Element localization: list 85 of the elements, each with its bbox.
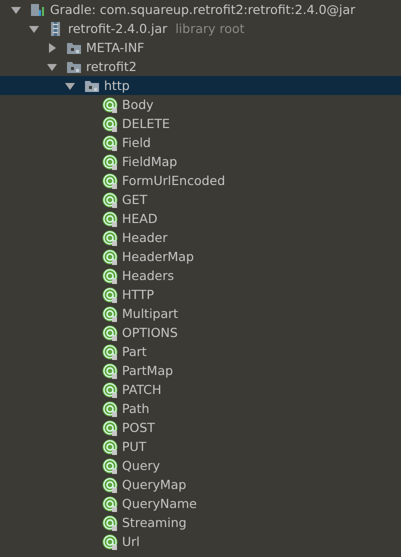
annotation-icon [102,230,118,246]
node-label: HeaderMap [122,249,194,264]
tree-row[interactable]: Url [0,532,401,551]
annotation-icon [102,514,118,530]
node-label: Field [122,135,151,150]
node-label: Path [122,401,150,416]
annotation-icon [102,134,118,150]
annotation-icon [102,268,118,284]
node-label: FieldMap [122,154,178,169]
annotation-icon [102,420,118,436]
annotation-icon [102,362,118,378]
tree-row[interactable]: Body [0,95,401,114]
tree-row[interactable]: HTTP [0,285,401,304]
node-label: Header [122,230,168,245]
tree-row[interactable]: HeaderMap [0,247,401,266]
node-label: retrofit-2.4.0.jar [68,21,168,36]
tree-row[interactable]: Gradle: com.squareup.retrofit2:retrofit:2.4.0@jar [0,0,401,19]
node-label: Gradle: com.squareup.retrofit2:retrofit:2.4.0@jar [50,2,356,17]
annotation-icon [102,382,118,398]
tree-row[interactable]: GET [0,190,401,209]
annotation-icon [102,496,118,512]
tree-row[interactable]: retrofit-2.4.0.jar library root [0,19,401,38]
tree-row[interactable]: HEAD [0,209,401,228]
node-label: http [104,78,130,93]
tree-row[interactable]: META-INF [0,38,401,57]
tree-row[interactable]: PUT [0,437,401,456]
tree-row[interactable]: QueryName [0,494,401,513]
node-label: FormUrlEncoded [122,173,226,188]
node-label: retrofit2 [86,59,137,74]
annotation-icon [102,248,118,264]
node-label: PATCH [122,382,162,397]
node-label: Body [122,97,154,112]
tree-row[interactable]: POST [0,418,401,437]
tree-row[interactable]: Headers [0,266,401,285]
node-label: Part [122,344,147,359]
node-label: Query [122,458,160,473]
annotation-icon [102,286,118,302]
tree-row[interactable]: retrofit2 [0,57,401,76]
node-label: DELETE [122,116,170,131]
tree-row[interactable]: OPTIONS [0,323,401,342]
annotation-icon [102,154,118,170]
node-label: META-INF [86,40,144,55]
annotation-icon [102,96,118,112]
tree-row[interactable]: Field [0,133,401,152]
annotation-icon [102,306,118,322]
node-label: Multipart [122,306,178,321]
tree-row[interactable]: Header [0,228,401,247]
library-icon [30,2,46,18]
node-label: PartMap [122,363,174,378]
tree-row[interactable]: QueryMap [0,475,401,494]
node-label: Streaming [122,515,187,530]
tree-row[interactable]: Path [0,399,401,418]
node-label: PUT [122,439,146,454]
collapsed-arrow-icon[interactable] [46,42,58,54]
annotation-icon [102,324,118,340]
node-label: Headers [122,268,174,283]
node-label: OPTIONS [122,325,178,340]
node-hint: library root [175,21,245,36]
tree-row[interactable]: PATCH [0,380,401,399]
annotation-icon [102,172,118,188]
tree-row[interactable]: http [0,76,401,95]
node-label: HEAD [122,211,158,226]
node-label: QueryMap [122,477,186,492]
tree-row[interactable]: DELETE [0,114,401,133]
annotation-icon [102,534,118,550]
tree-row[interactable]: FormUrlEncoded [0,171,401,190]
node-label: HTTP [122,287,154,302]
annotation-icon [102,344,118,360]
annotation-icon [102,116,118,132]
tree-row[interactable]: FieldMap [0,152,401,171]
node-label: QueryName [122,496,197,511]
tree-row[interactable]: Streaming [0,513,401,532]
annotation-icon [102,400,118,416]
annotation-icon [102,210,118,226]
annotation-icon [102,476,118,492]
tree-row[interactable]: Multipart [0,304,401,323]
annotation-icon [102,458,118,474]
tree-row[interactable]: Query [0,456,401,475]
node-label: POST [122,420,155,435]
annotation-icon [102,438,118,454]
annotation-icon [102,192,118,208]
node-label: Url [122,534,140,549]
tree-row[interactable]: PartMap [0,361,401,380]
tree-row[interactable]: Part [0,342,401,361]
node-label: GET [122,192,148,207]
